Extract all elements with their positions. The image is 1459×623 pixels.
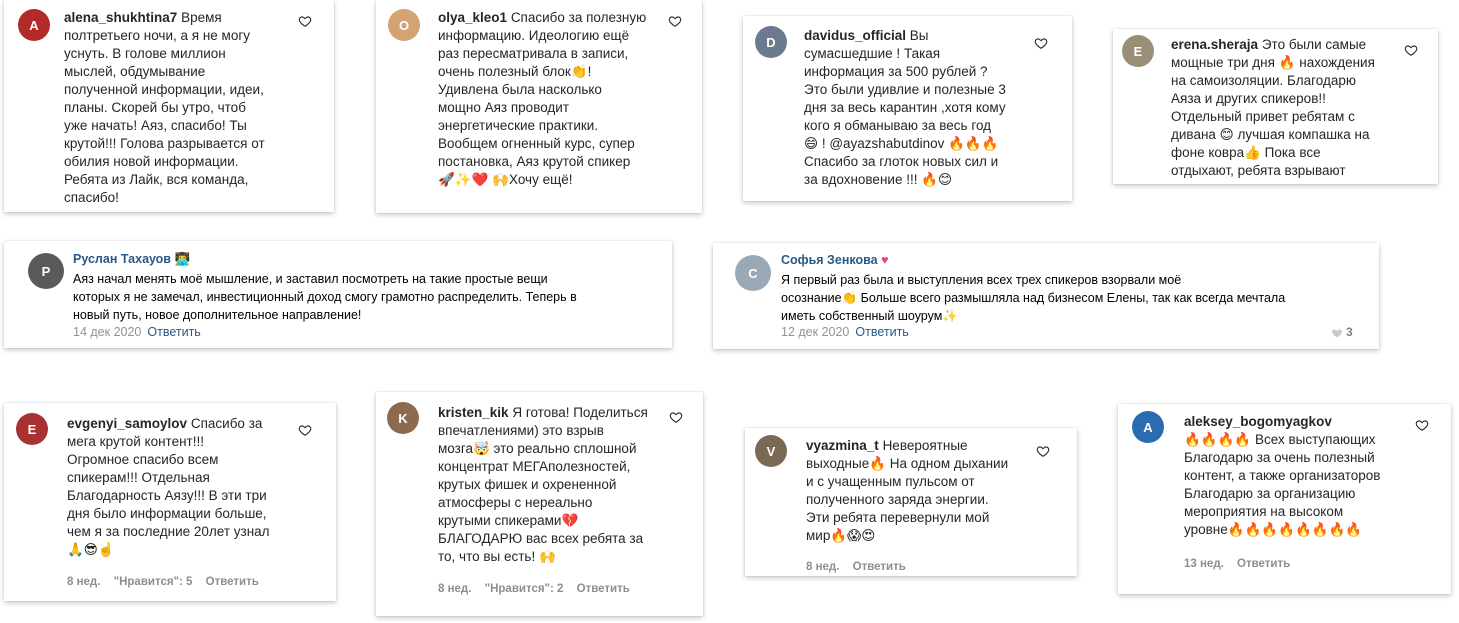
comment-body: Я готова! Поделиться впечатлениями) это …	[438, 405, 648, 564]
comment-text: alena_shukhtina7 Время полтретьего ночи,…	[64, 9, 294, 207]
comment-text: Я первый раз была и выступления всех тре…	[781, 273, 1286, 323]
reply-button[interactable]: Ответить	[1237, 558, 1290, 570]
like-heart-icon[interactable]	[298, 14, 312, 28]
username[interactable]: olya_kleo1	[438, 10, 507, 25]
comment-date: 13 нед.	[1184, 558, 1224, 570]
comment-text: davidus_official Вы сумасшедшие ! Такая …	[804, 27, 1034, 189]
reply-button[interactable]: Ответить	[206, 576, 259, 588]
comment-card: V vyazmina_t Невероятные выходные🔥 На од…	[745, 428, 1077, 576]
comment-body: Время полтретьего ночи, а я не могу усну…	[64, 10, 265, 205]
comment-meta: 12 дек 2020 Ответить	[781, 325, 909, 339]
comment-body: Спасибо за полезную информацию. Идеологи…	[438, 10, 647, 187]
comment-meta: 8 нед. Ответить	[806, 561, 916, 573]
comment-meta: 8 нед. "Нравится": 5 Ответить	[67, 576, 269, 588]
author-name[interactable]: Руслан Тахауов 👨‍💻	[73, 252, 190, 267]
comment-date: 8 нед.	[438, 583, 472, 595]
comment-date: 8 нед.	[806, 561, 840, 573]
avatar[interactable]: D	[755, 26, 787, 58]
comment-text: vyazmina_t Невероятные выходные🔥 На одно…	[806, 437, 1036, 545]
like-heart-icon[interactable]	[1034, 36, 1048, 50]
avatar[interactable]: K	[387, 402, 419, 434]
reply-button[interactable]: Ответить	[147, 325, 200, 339]
like-button[interactable]: 3	[1331, 325, 1353, 339]
comment-meta: 13 нед. Ответить	[1184, 558, 1300, 570]
username[interactable]: vyazmina_t	[806, 438, 879, 453]
comment-card: С Софья Зенкова ♥ Я первый раз была и вы…	[713, 243, 1379, 349]
avatar[interactable]: E	[1122, 35, 1154, 67]
avatar[interactable]: С	[735, 255, 771, 291]
comment-body: Это были самые мощные три дня 🔥 нахожден…	[1171, 37, 1375, 178]
author-name-text[interactable]: Руслан Тахауов	[73, 252, 171, 266]
comment-body: Вы сумасшедшие ! Такая информация за 500…	[804, 28, 1006, 187]
comment-text: aleksey_bogomyagkov 🔥🔥🔥🔥 Всех выступающих…	[1184, 413, 1424, 539]
comment-card: K kristen_kik Я готова! Поделиться впеча…	[376, 392, 703, 616]
username[interactable]: kristen_kik	[438, 405, 509, 420]
comment-meta: 14 дек 2020 Ответить	[73, 325, 201, 339]
heart-icon	[1332, 329, 1342, 337]
username[interactable]: erena.sheraja	[1171, 37, 1258, 52]
badge-icon: 👨‍💻	[174, 252, 191, 266]
comment-body: Невероятные выходные🔥 На одном дыхании и…	[806, 438, 1009, 543]
avatar[interactable]: V	[755, 435, 787, 467]
username[interactable]: davidus_official	[804, 28, 906, 43]
likes-count: 3	[1346, 325, 1353, 339]
avatar[interactable]: A	[18, 9, 50, 41]
comment-date: 8 нед.	[67, 576, 101, 588]
reply-button[interactable]: Ответить	[577, 583, 630, 595]
comment-text: evgenyi_samoylov Спасибо за мега крутой …	[67, 415, 297, 559]
comment-text: erena.sheraja Это были самые мощные три …	[1171, 36, 1406, 182]
like-heart-icon[interactable]	[1415, 418, 1429, 432]
likes-count[interactable]: "Нравится": 2	[485, 583, 564, 595]
author-name-text[interactable]: Софья Зенкова	[781, 253, 878, 267]
reply-button[interactable]: Ответить	[855, 325, 908, 339]
comment-text: olya_kleo1 Спасибо за полезную информаци…	[438, 9, 668, 189]
comment-body: 🔥🔥🔥🔥 Всех выступающих Благодарю за очень…	[1184, 432, 1381, 537]
username[interactable]: alena_shukhtina7	[64, 10, 177, 25]
avatar[interactable]: O	[388, 9, 420, 41]
like-heart-icon[interactable]	[668, 14, 682, 28]
comment-card: A aleksey_bogomyagkov 🔥🔥🔥🔥 Всех выступающ…	[1118, 404, 1451, 594]
avatar[interactable]: Р	[28, 253, 64, 289]
comment-date: 12 дек 2020	[781, 325, 850, 339]
comment-meta: 8 нед. "Нравится": 2 Ответить	[438, 583, 640, 595]
reply-button[interactable]: Ответить	[853, 561, 906, 573]
comment-text: kristen_kik Я готова! Поделиться впечатл…	[438, 404, 668, 566]
like-heart-icon[interactable]	[1036, 444, 1050, 458]
comment-text: Аяз начал менять моё мышление, и застави…	[73, 272, 577, 322]
comment-body: Спасибо за мега крутой контент!!! Огромн…	[67, 416, 270, 557]
comment-card: O olya_kleo1 Спасибо за полезную информа…	[376, 0, 702, 213]
username[interactable]: aleksey_bogomyagkov	[1184, 414, 1332, 429]
like-heart-icon[interactable]	[298, 423, 312, 437]
comment-card: Р Руслан Тахауов 👨‍💻 Аяз начал менять мо…	[4, 241, 672, 348]
avatar[interactable]: A	[1132, 411, 1164, 443]
comment-card: E erena.sheraja Это были самые мощные тр…	[1113, 29, 1438, 184]
heart-badge-icon: ♥	[881, 253, 889, 267]
likes-count[interactable]: "Нравится": 5	[114, 576, 193, 588]
author-name[interactable]: Софья Зенкова ♥	[781, 253, 889, 267]
avatar[interactable]: E	[16, 413, 48, 445]
like-heart-icon[interactable]	[669, 410, 683, 424]
comment-date: 14 дек 2020	[73, 325, 142, 339]
username[interactable]: evgenyi_samoylov	[67, 416, 187, 431]
comment-card: E evgenyi_samoylov Спасибо за мега круто…	[4, 403, 336, 601]
comment-card: A alena_shukhtina7 Время полтретьего ноч…	[4, 0, 334, 212]
comment-card: D davidus_official Вы сумасшедшие ! Така…	[743, 16, 1072, 201]
like-heart-icon[interactable]	[1404, 43, 1418, 57]
